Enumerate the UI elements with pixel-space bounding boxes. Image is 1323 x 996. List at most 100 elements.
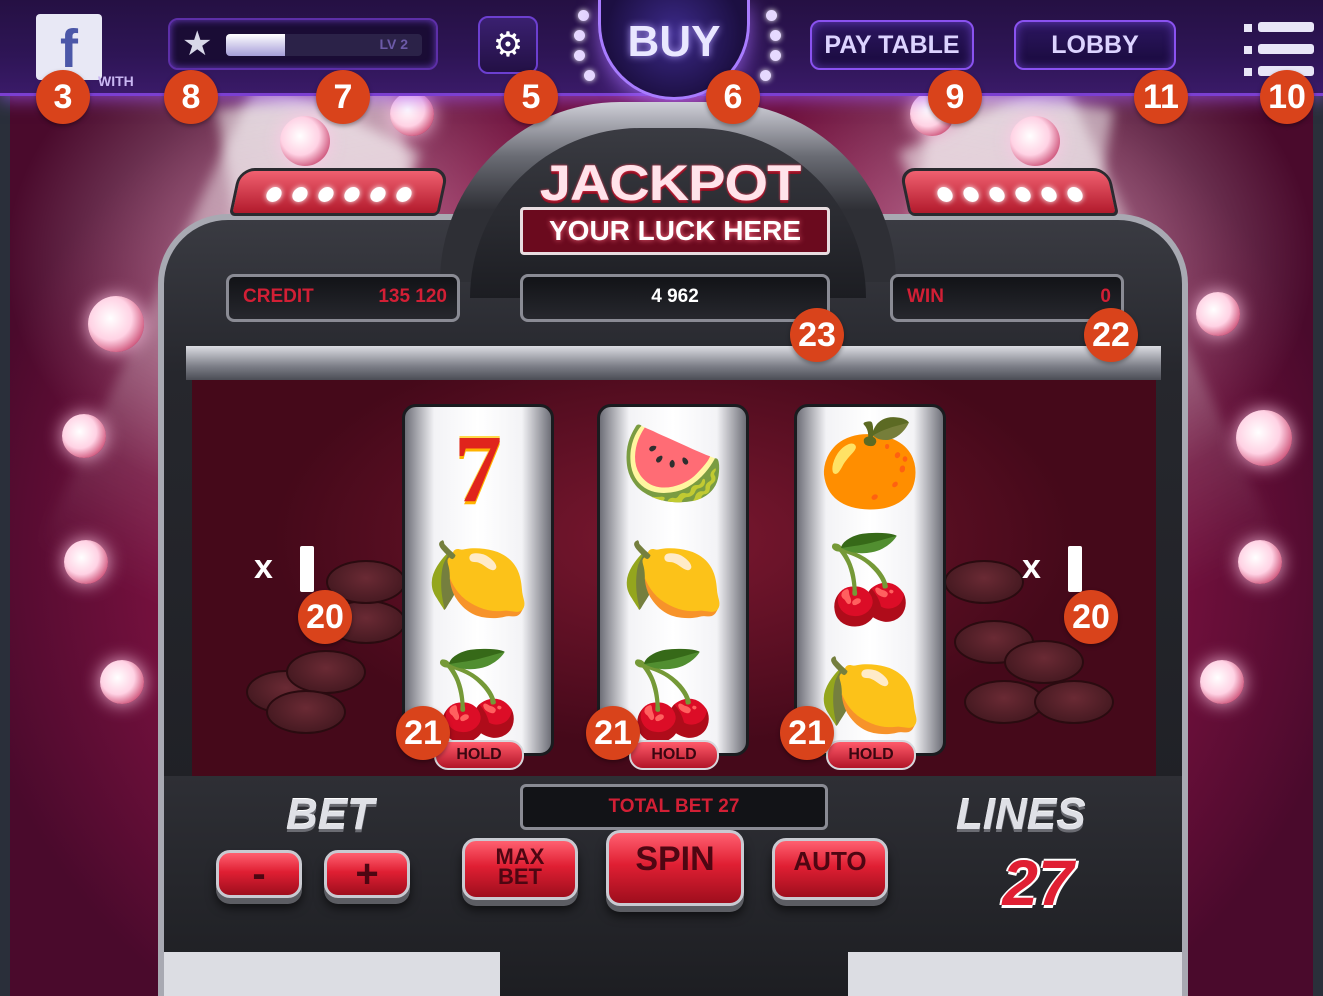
stage-frame xyxy=(0,95,10,996)
callout-badge-settings: 5 xyxy=(504,70,558,124)
stage-bulb xyxy=(1236,410,1292,466)
jackpot-title: JACKPOT xyxy=(539,154,802,211)
machine-base-right xyxy=(848,952,1182,996)
lines-label: LINES xyxy=(956,790,1086,839)
multiplier-right-indicator xyxy=(1068,546,1082,592)
jackpot-subtitle: YOUR LUCK HERE xyxy=(520,207,830,255)
reel-1: 7 🍋 🍒 xyxy=(402,404,554,756)
callout-badge-pay-table: 9 xyxy=(928,70,982,124)
coin xyxy=(266,690,346,734)
multiplier-right-prefix: x xyxy=(1022,548,1041,586)
watermelon-symbol: 🍉 xyxy=(620,414,726,512)
decor-dot xyxy=(574,50,585,61)
bet-decrease-button[interactable]: - xyxy=(216,850,302,898)
callout-badge-hold-1: 21 xyxy=(396,706,450,760)
lobby-button[interactable]: LOBBY xyxy=(1014,20,1176,70)
lamp-dot xyxy=(987,187,1007,202)
credit-display: CREDIT 135 120 xyxy=(226,274,460,322)
coin-stack-right xyxy=(944,560,1124,750)
stage-bulb xyxy=(88,296,144,352)
cherry-symbol: 🍒 xyxy=(817,530,923,628)
decor-dot xyxy=(770,50,781,61)
pay-table-button[interactable]: PAY TABLE xyxy=(810,20,974,70)
credit-value: 135 120 xyxy=(378,286,447,307)
multiplier-left-indicator xyxy=(300,546,314,592)
coin xyxy=(944,560,1024,604)
callout-badge-xp-bar: 7 xyxy=(316,70,370,124)
coin xyxy=(1034,680,1114,724)
stage-frame xyxy=(1313,95,1323,996)
menu-dot xyxy=(1244,46,1252,54)
settings-button[interactable]: ⚙ xyxy=(478,16,538,74)
side-lamp-left xyxy=(228,168,450,216)
win-display: WIN 0 xyxy=(890,274,1124,322)
auto-spin-button[interactable]: AUTO xyxy=(772,838,888,900)
xp-bar-fill xyxy=(226,34,285,56)
lamp-dot xyxy=(316,187,336,202)
callout-badge-win: 22 xyxy=(1084,308,1138,362)
credit-label: CREDIT xyxy=(243,286,314,307)
stage-bulb xyxy=(1238,540,1282,584)
callout-badge-buy: 6 xyxy=(706,70,760,124)
lemon-symbol: 🍋 xyxy=(425,530,531,628)
jackpot-amount: 4 962 xyxy=(651,286,699,307)
lamp-dot xyxy=(264,187,284,202)
decor-dot xyxy=(760,70,771,81)
decor-dot xyxy=(770,30,781,41)
chrome-divider xyxy=(186,346,1161,380)
machine-base-left xyxy=(164,952,500,996)
menu-dot xyxy=(1244,68,1252,76)
stage-bulb xyxy=(100,660,144,704)
decor-dot xyxy=(766,10,777,21)
lamp-dot xyxy=(961,187,981,202)
xp-progress[interactable]: ★ LV 2 xyxy=(168,18,438,70)
decor-dot xyxy=(584,70,595,81)
star-icon: ★ xyxy=(182,24,213,64)
lamp-dot xyxy=(368,187,388,202)
bet-label: BET xyxy=(286,790,374,839)
max-bet-line2: BET xyxy=(498,864,542,889)
spin-button[interactable]: SPIN xyxy=(606,830,744,906)
stage-bulb xyxy=(1010,116,1060,166)
hamburger-menu-icon[interactable] xyxy=(1244,22,1314,78)
bet-increase-button[interactable]: + xyxy=(324,850,410,898)
side-lamp-right xyxy=(898,168,1120,216)
xp-bar: LV 2 xyxy=(226,34,422,56)
hold-button-reel-3[interactable]: HOLD xyxy=(826,740,916,770)
callout-badge-multiplier-right: 20 xyxy=(1064,590,1118,644)
lamp-dot xyxy=(1013,187,1033,202)
callout-badge-hold-3: 21 xyxy=(780,706,834,760)
coin-stack-left xyxy=(226,560,406,750)
lamp-dot xyxy=(394,187,414,202)
lamp-dot xyxy=(1039,187,1059,202)
stage-bulb xyxy=(62,414,106,458)
reel-2: 🍉 🍋 🍒 xyxy=(597,404,749,756)
menu-dot xyxy=(1244,24,1252,32)
stage-bulb xyxy=(280,116,330,166)
hold-button-reel-1[interactable]: HOLD xyxy=(434,740,524,770)
reel-3: 🍊 🍒 🍋 xyxy=(794,404,946,756)
orange-symbol: 🍊 xyxy=(817,414,923,512)
decor-dot xyxy=(574,30,585,41)
lemon-symbol: 🍋 xyxy=(620,530,726,628)
stage-bulb xyxy=(390,92,434,136)
hold-button-reel-2[interactable]: HOLD xyxy=(629,740,719,770)
decor-dot xyxy=(578,10,589,21)
callout-badge-menu: 10 xyxy=(1260,70,1314,124)
menu-line xyxy=(1258,22,1314,32)
coin xyxy=(964,680,1044,724)
lamp-dot xyxy=(935,187,955,202)
lamp-dot xyxy=(342,187,362,202)
stage-bulb xyxy=(1196,292,1240,336)
callout-badge-hold-2: 21 xyxy=(586,706,640,760)
callout-badge-facebook: 3 xyxy=(36,70,90,124)
multiplier-left-prefix: x xyxy=(254,548,273,586)
coin xyxy=(286,650,366,694)
callout-badge-xp-star: 8 xyxy=(164,70,218,124)
lines-value: 27 xyxy=(1002,847,1074,919)
gear-icon: ⚙ xyxy=(492,25,524,65)
lamp-dot xyxy=(290,187,310,202)
xp-level-label: LV 2 xyxy=(379,36,408,52)
win-label: WIN xyxy=(907,286,944,307)
max-bet-button[interactable]: MAX BET xyxy=(462,838,578,900)
